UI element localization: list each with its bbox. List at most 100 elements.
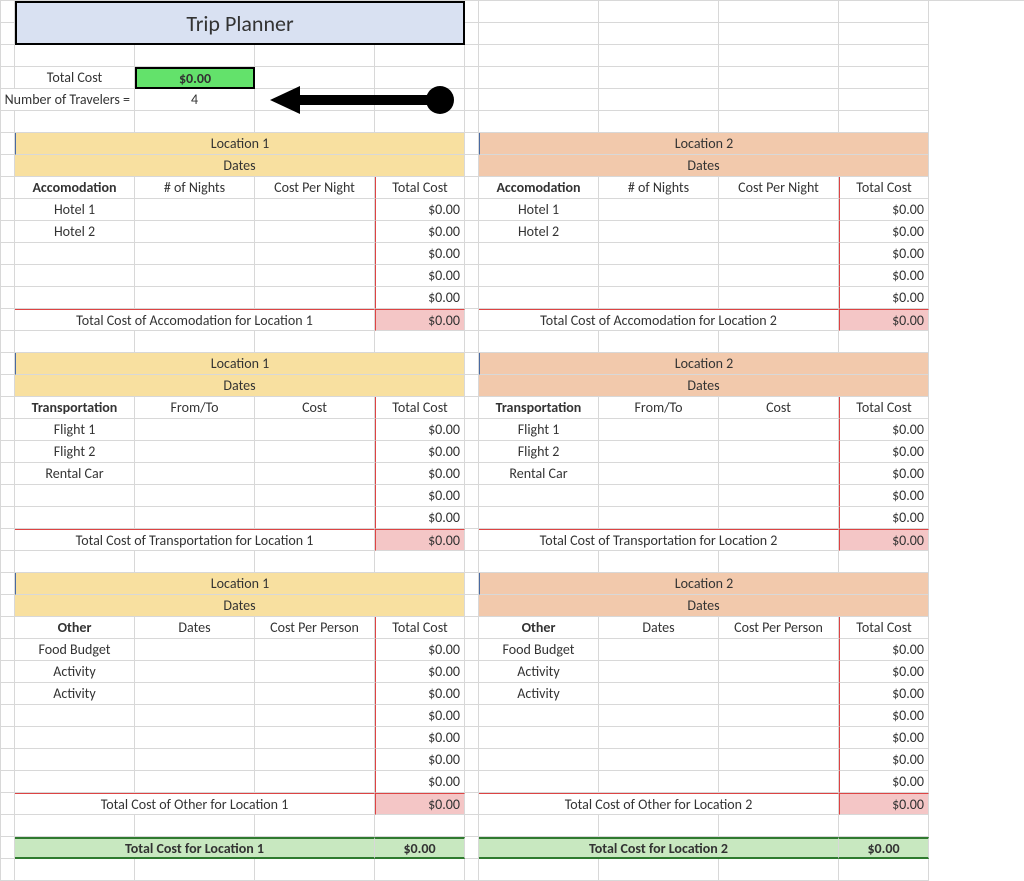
cell[interactable] <box>1 837 15 859</box>
item-name[interactable] <box>15 705 135 727</box>
cell[interactable] <box>1 353 15 375</box>
item-qty[interactable] <box>599 727 719 749</box>
item-rate[interactable] <box>255 265 375 287</box>
item-qty[interactable] <box>135 705 255 727</box>
cell[interactable] <box>1 177 15 199</box>
cell[interactable] <box>719 89 839 111</box>
item-rate[interactable] <box>255 639 375 661</box>
cell[interactable] <box>599 23 719 45</box>
item-name[interactable]: Activity <box>15 661 135 683</box>
cell[interactable] <box>465 375 479 397</box>
cell[interactable] <box>15 859 135 881</box>
item-qty[interactable] <box>135 485 255 507</box>
cell[interactable] <box>719 45 839 67</box>
cell[interactable] <box>1 45 15 67</box>
cell[interactable] <box>465 353 479 375</box>
cell[interactable] <box>839 45 929 67</box>
item-rate[interactable] <box>255 683 375 705</box>
cell[interactable] <box>1 727 15 749</box>
item-rate[interactable] <box>719 639 839 661</box>
item-qty[interactable] <box>135 507 255 529</box>
cell[interactable] <box>719 551 839 573</box>
cell[interactable] <box>135 551 255 573</box>
item-name[interactable]: Food Budget <box>479 639 599 661</box>
cell[interactable] <box>465 45 479 67</box>
cell[interactable] <box>479 111 599 133</box>
cell[interactable] <box>1 397 15 419</box>
cell[interactable] <box>839 111 929 133</box>
item-rate[interactable] <box>255 199 375 221</box>
cell[interactable] <box>1 595 15 617</box>
item-qty[interactable] <box>135 463 255 485</box>
item-qty[interactable] <box>599 199 719 221</box>
cell[interactable] <box>479 23 599 45</box>
cell[interactable] <box>135 45 255 67</box>
cell[interactable] <box>599 67 719 89</box>
cell[interactable] <box>1 243 15 265</box>
cell[interactable] <box>1 199 15 221</box>
cell[interactable] <box>1 485 15 507</box>
item-name[interactable] <box>479 749 599 771</box>
item-name[interactable]: Flight 2 <box>479 441 599 463</box>
cell[interactable] <box>1 639 15 661</box>
item-name[interactable] <box>479 243 599 265</box>
cell[interactable] <box>599 331 719 353</box>
item-rate[interactable] <box>255 749 375 771</box>
cell[interactable] <box>1 771 15 793</box>
item-qty[interactable] <box>599 243 719 265</box>
cell[interactable] <box>465 1 479 23</box>
cell[interactable] <box>839 89 929 111</box>
cell[interactable] <box>255 551 375 573</box>
item-name[interactable] <box>15 287 135 309</box>
item-rate[interactable] <box>719 221 839 243</box>
item-qty[interactable] <box>135 683 255 705</box>
item-rate[interactable] <box>255 661 375 683</box>
item-rate[interactable] <box>719 441 839 463</box>
cell[interactable] <box>135 815 255 837</box>
cell[interactable] <box>15 111 135 133</box>
cell[interactable] <box>839 551 929 573</box>
item-qty[interactable] <box>135 287 255 309</box>
cell[interactable] <box>719 23 839 45</box>
cell[interactable] <box>839 815 929 837</box>
cell[interactable] <box>465 331 479 353</box>
cell[interactable] <box>465 89 479 111</box>
cell[interactable] <box>375 815 465 837</box>
cell[interactable] <box>465 859 479 881</box>
cell[interactable] <box>1 661 15 683</box>
cell[interactable] <box>375 45 465 67</box>
item-rate[interactable] <box>255 485 375 507</box>
cell[interactable] <box>479 815 599 837</box>
cell[interactable] <box>599 89 719 111</box>
item-rate[interactable] <box>255 705 375 727</box>
cell[interactable] <box>465 793 479 815</box>
item-qty[interactable] <box>135 419 255 441</box>
item-qty[interactable] <box>135 441 255 463</box>
item-name[interactable]: Hotel 2 <box>479 221 599 243</box>
item-qty[interactable] <box>599 749 719 771</box>
cell[interactable] <box>255 45 375 67</box>
cell[interactable] <box>465 727 479 749</box>
item-name[interactable]: Rental Car <box>479 463 599 485</box>
cell[interactable] <box>465 463 479 485</box>
item-rate[interactable] <box>719 287 839 309</box>
cell[interactable] <box>465 177 479 199</box>
item-name[interactable] <box>15 265 135 287</box>
cell[interactable] <box>1 705 15 727</box>
cell[interactable] <box>719 1 839 23</box>
item-qty[interactable] <box>135 661 255 683</box>
item-name[interactable] <box>479 705 599 727</box>
item-name[interactable]: Activity <box>479 683 599 705</box>
item-qty[interactable] <box>599 771 719 793</box>
cell[interactable] <box>15 815 135 837</box>
cell[interactable] <box>839 859 929 881</box>
item-name[interactable]: Hotel 1 <box>479 199 599 221</box>
cell[interactable] <box>1 1 15 23</box>
cell[interactable] <box>465 309 479 331</box>
cell[interactable] <box>465 485 479 507</box>
item-rate[interactable] <box>719 771 839 793</box>
item-qty[interactable] <box>599 705 719 727</box>
item-rate[interactable] <box>255 727 375 749</box>
cell[interactable] <box>479 859 599 881</box>
item-name[interactable]: Activity <box>15 683 135 705</box>
